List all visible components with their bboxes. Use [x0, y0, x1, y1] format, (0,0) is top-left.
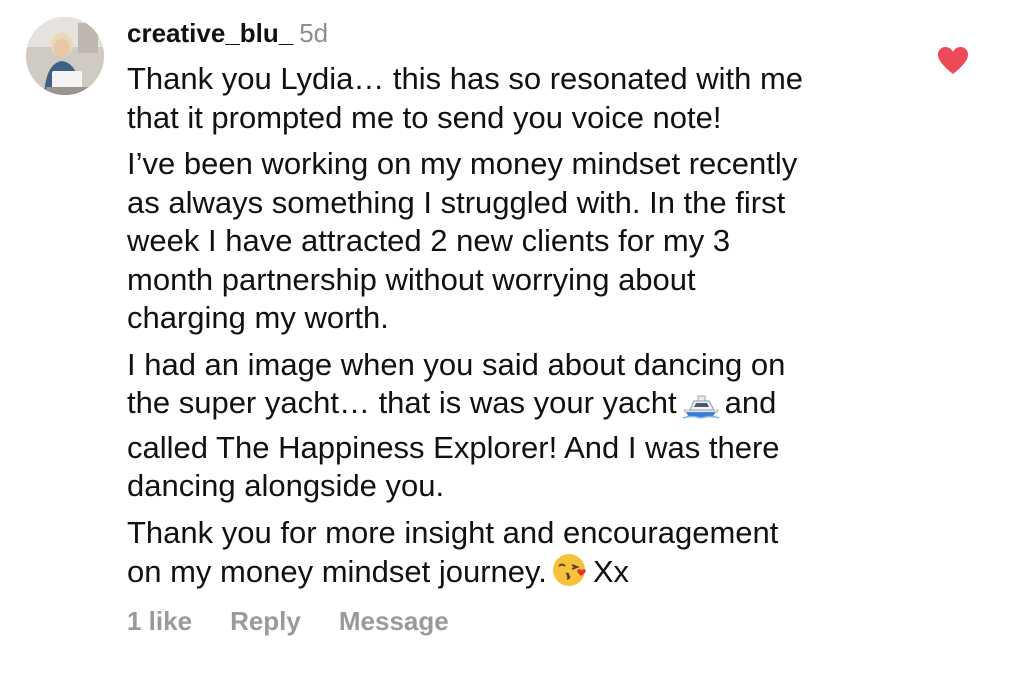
avatar[interactable] [26, 17, 104, 95]
paragraph-4-text-start: Thank you for more insight and encourage… [127, 514, 779, 590]
username[interactable]: creative_blu_ [127, 18, 293, 48]
comment-paragraph-3: I had an image when you said about danci… [127, 346, 927, 506]
likes-count-button[interactable]: 1 like [127, 606, 192, 636]
comment: creative_blu_ 5d Thank you Lydia… this ha… [0, 0, 1024, 678]
comment-body: Thank you Lydia… this has so resonated w… [127, 60, 927, 606]
motor-boat-emoji-icon [681, 389, 721, 429]
reply-button[interactable]: Reply [230, 606, 301, 636]
profile-photo-icon [26, 17, 104, 95]
comment-paragraph-1: Thank you Lydia… this has so resonated w… [127, 61, 804, 135]
paragraph-4-text-end: Xx [592, 554, 630, 589]
comment-paragraph-4: Thank you for more insight and encourage… [127, 514, 927, 598]
heart-icon[interactable] [937, 46, 969, 76]
timestamp: 5d [299, 18, 329, 48]
comment-actions: 1 like Reply Message [127, 604, 487, 638]
message-button[interactable]: Message [339, 606, 449, 636]
comment-paragraph-2: I’ve been working on my money mindset re… [127, 146, 798, 335]
face-blowing-kiss-emoji-icon [551, 552, 589, 598]
comment-header: creative_blu_ 5d [127, 16, 328, 50]
